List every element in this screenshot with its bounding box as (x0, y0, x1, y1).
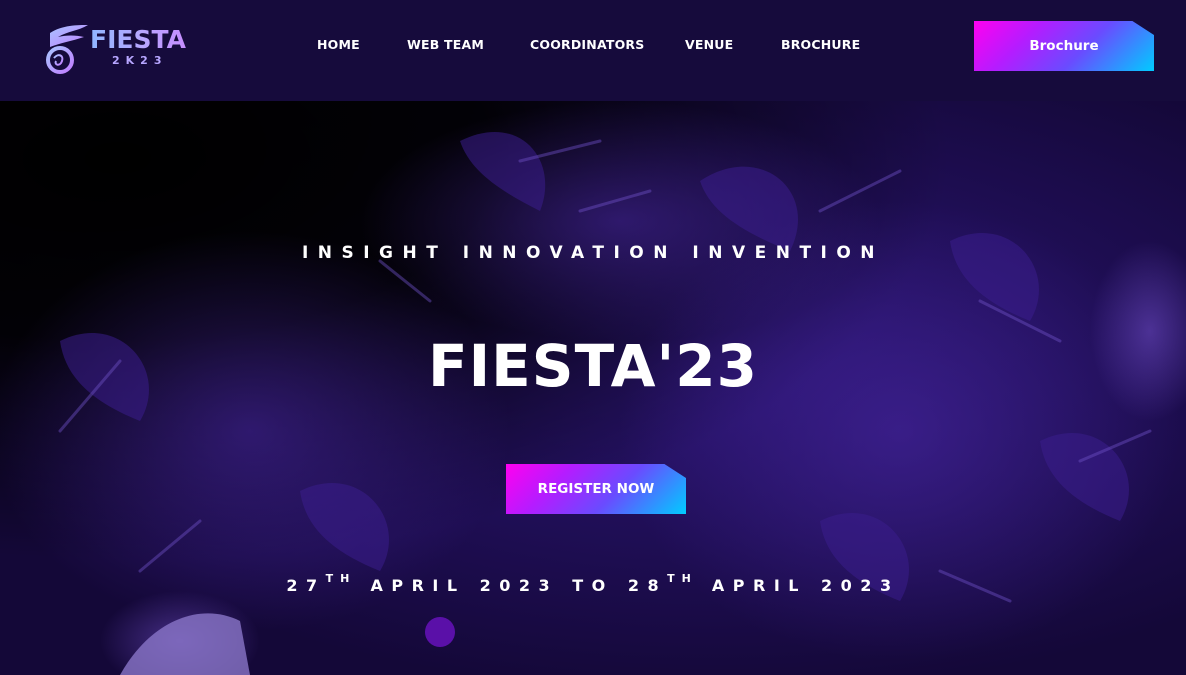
nav-link-brochure[interactable]: BROCHURE (781, 36, 860, 54)
start-day-suffix: TH (325, 572, 357, 585)
brochure-button[interactable]: Brochure (974, 21, 1154, 71)
navbar: FIESTA 2K23 HOME WEB TEAM COORDINATORS V… (0, 0, 1186, 101)
hero-section: INSIGHT INNOVATION INVENTION FIESTA'23 R… (0, 101, 1186, 675)
event-dates: 27TH APRIL 2023 TO 28TH APRIL 2023 (0, 567, 1186, 598)
nav-link-web-team[interactable]: WEB TEAM (407, 36, 484, 54)
nav-link-coordinators[interactable]: COORDINATORS (530, 36, 644, 54)
end-day-suffix: TH (667, 572, 698, 585)
nav-link-home[interactable]: HOME (317, 36, 360, 54)
nav-link-venue[interactable]: VENUE (685, 36, 733, 54)
start-day: 27 (286, 576, 326, 595)
end-day: 28 (627, 576, 668, 595)
logo-subtext: 2K23 (112, 54, 168, 67)
carousel-dot-icon[interactable] (425, 617, 455, 647)
start-month-year: APRIL 2023 (370, 576, 559, 595)
dates-to: TO (572, 576, 614, 595)
end-month-year: APRIL 2023 (711, 576, 900, 595)
hero-title: FIESTA'23 (427, 332, 758, 400)
hero-tagline: INSIGHT INNOVATION INVENTION (301, 243, 885, 263)
register-now-button[interactable]: REGISTER NOW (506, 464, 686, 514)
